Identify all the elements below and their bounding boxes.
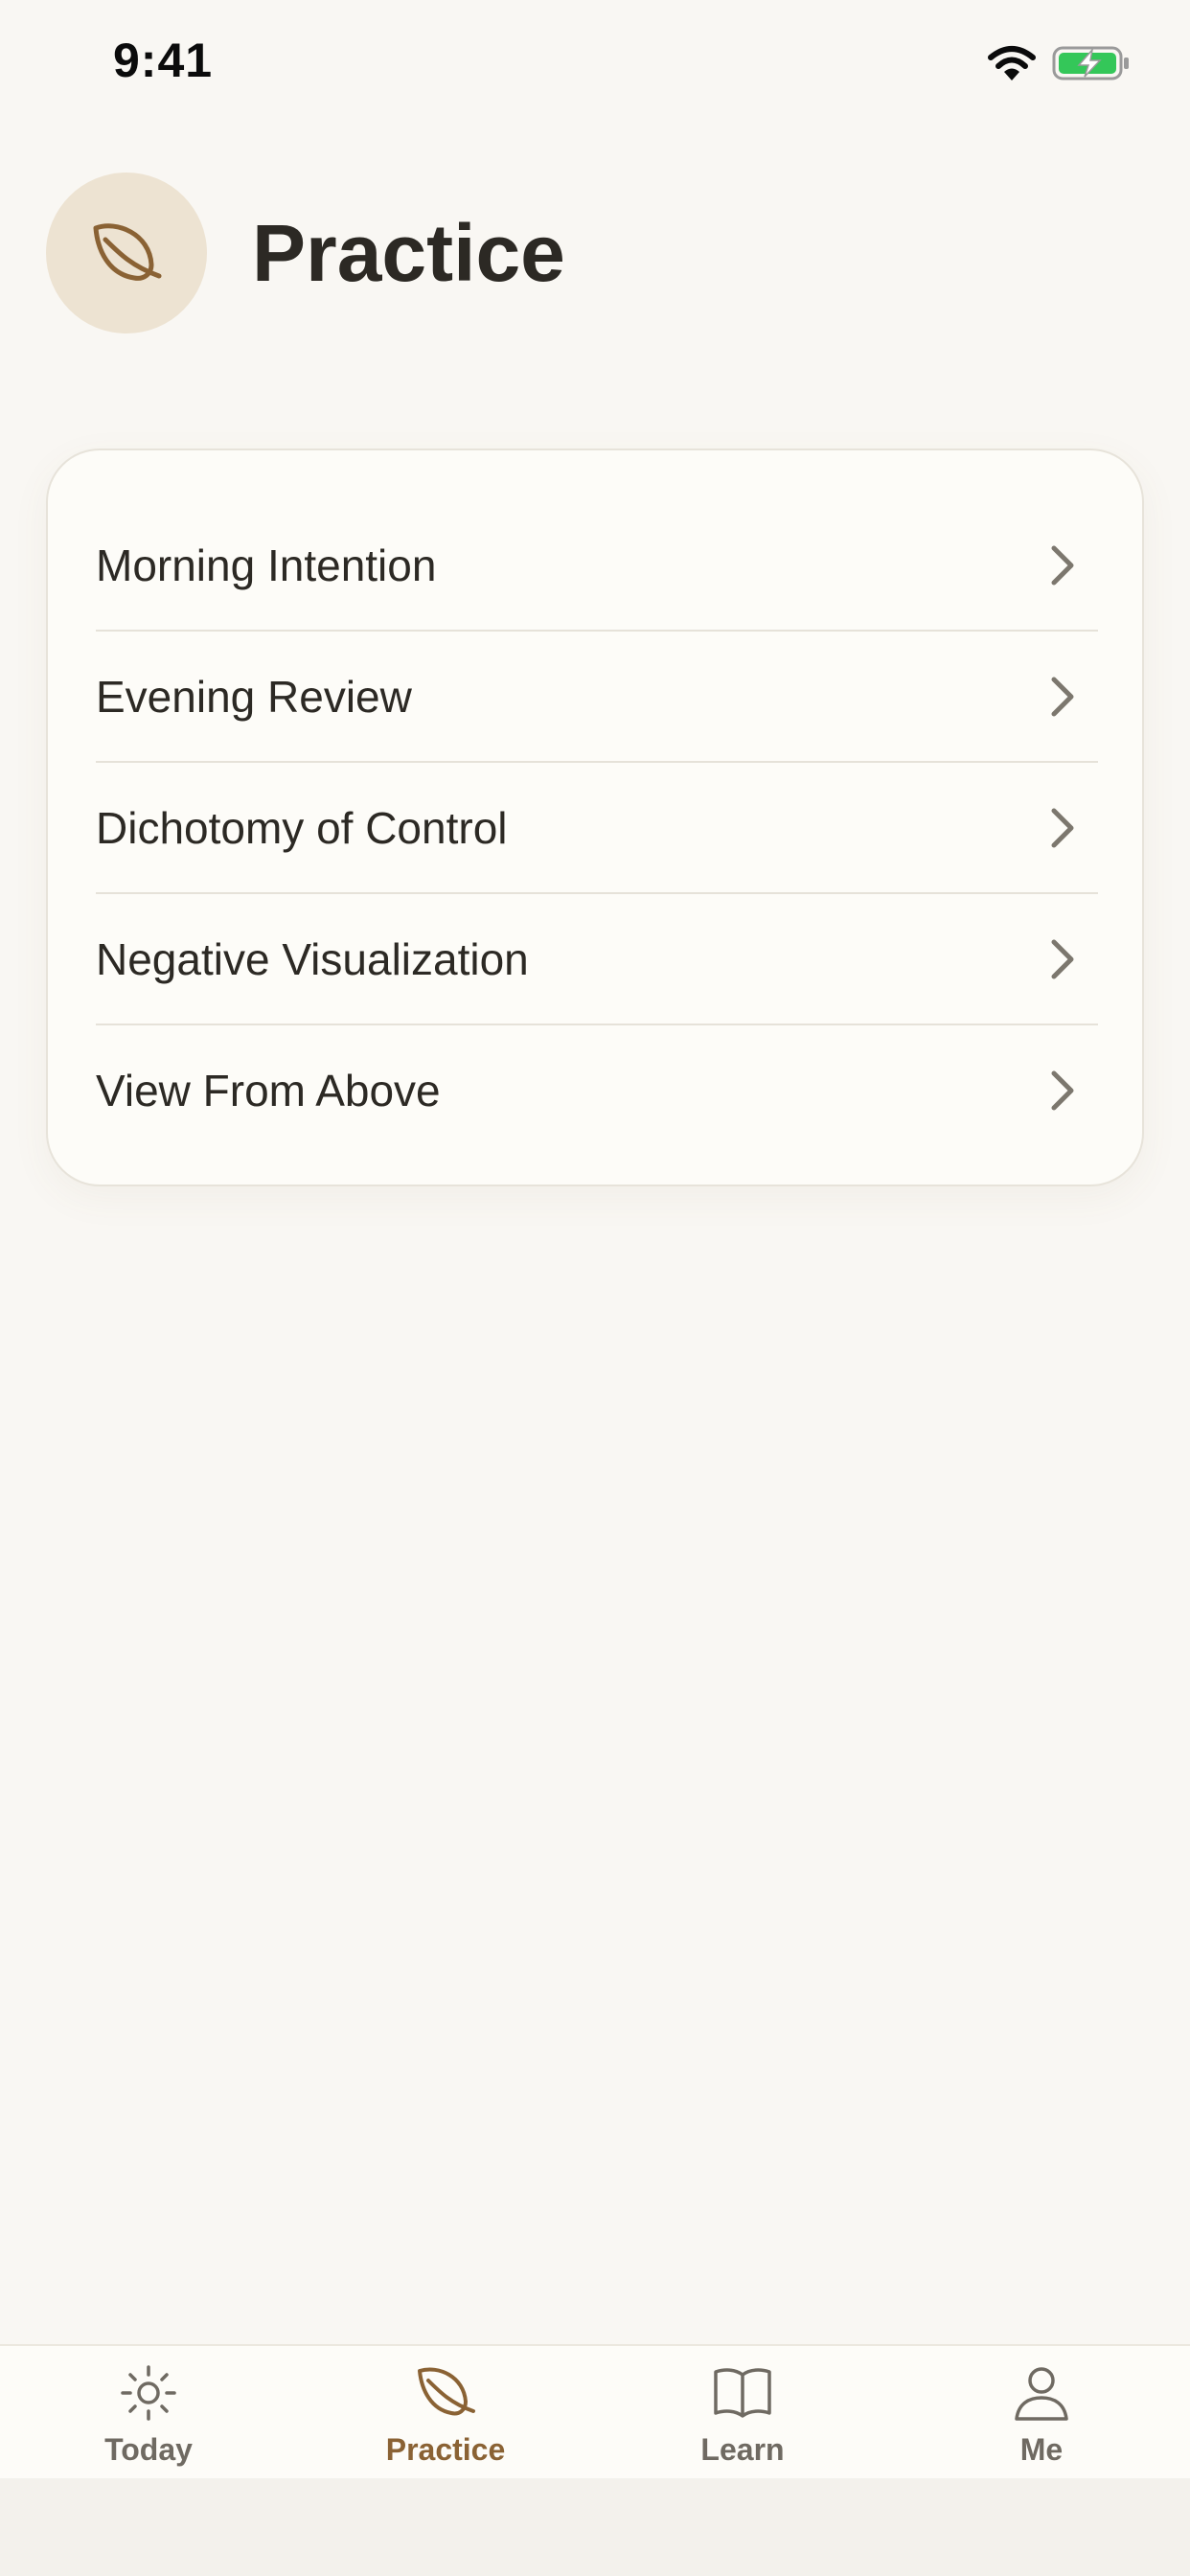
practice-list: Morning Intention Evening Review Dichoto…: [96, 500, 1098, 1155]
person-icon: [1015, 2367, 1068, 2421]
chevron-right-icon: [1051, 939, 1074, 978]
status-time: 9:41: [113, 34, 214, 87]
leaf-icon: [418, 2367, 475, 2416]
tab-me[interactable]: Me: [946, 2361, 1137, 2476]
tab-practice[interactable]: Practice: [350, 2361, 541, 2476]
status-bar: 9:41: [0, 0, 1190, 126]
chevron-right-icon: [1051, 808, 1074, 847]
practice-list-card: Morning Intention Evening Review Dichoto…: [46, 448, 1144, 1186]
list-item-label: View From Above: [96, 1065, 441, 1116]
sun-icon: [121, 2365, 176, 2421]
leaf-icon: [93, 223, 162, 281]
chevron-right-icon: [1051, 545, 1074, 585]
header-badge: [46, 172, 207, 334]
tab-label: Practice: [385, 2432, 506, 2467]
list-item-evening-review[interactable]: Evening Review: [96, 632, 1098, 763]
chevron-right-icon: [1051, 677, 1074, 716]
tab-bar: Today Practice Learn Me: [0, 2344, 1190, 2480]
battery-charging-icon: [1052, 46, 1129, 80]
wifi-icon: [988, 46, 1036, 80]
tab-label: Me: [1019, 2432, 1064, 2467]
chevron-right-icon: [1051, 1070, 1074, 1110]
list-item-negative-visualization[interactable]: Negative Visualization: [96, 894, 1098, 1025]
tab-learn[interactable]: Learn: [647, 2361, 838, 2476]
home-indicator-area: [0, 2478, 1190, 2576]
list-item-view-from-above[interactable]: View From Above: [96, 1025, 1098, 1155]
list-item-label: Negative Visualization: [96, 933, 529, 984]
list-item-morning-intention[interactable]: Morning Intention: [96, 500, 1098, 632]
tab-label: Today: [104, 2432, 193, 2467]
list-item-dichotomy-of-control[interactable]: Dichotomy of Control: [96, 763, 1098, 894]
list-item-label: Morning Intention: [96, 540, 437, 590]
tab-label: Learn: [700, 2432, 785, 2467]
list-item-label: Evening Review: [96, 671, 412, 722]
tab-today[interactable]: Today: [53, 2361, 244, 2476]
book-icon: [714, 2368, 771, 2418]
list-item-label: Dichotomy of Control: [96, 802, 508, 853]
page-title: Practice: [252, 208, 565, 298]
